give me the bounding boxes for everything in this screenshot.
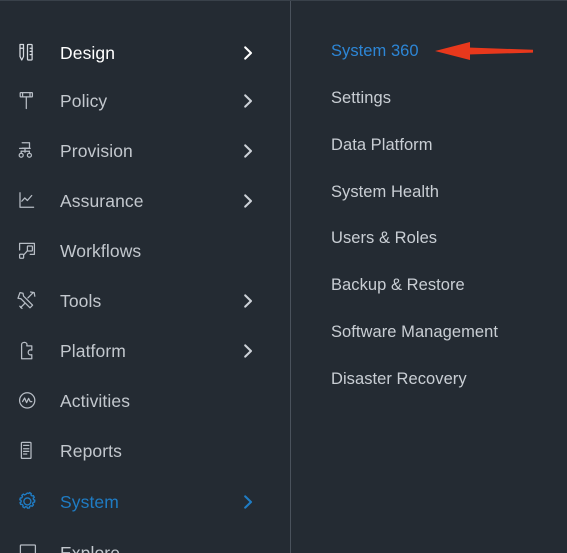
sidebar-item-label: Policy [60,90,108,111]
submenu-item-label: Users & Roles [331,228,438,247]
submenu-item-system-health[interactable]: System Health [292,177,567,207]
workflow-icon [15,238,41,264]
sidebar-item-label: Activities [60,390,131,411]
sidebar-item-workflows[interactable]: Workflows [0,226,290,276]
submenu-item-data-platform[interactable]: Data Platform [292,130,567,160]
submenu-item-label: Backup & Restore [331,275,465,294]
sidebar-item-system[interactable]: System [0,477,290,527]
submenu-item-system-360[interactable]: System 360 [292,36,567,66]
gavel-icon [15,88,41,114]
chevron-right-icon[interactable] [243,494,254,510]
submenu-item-label: Data Platform [331,135,433,154]
sidebar-item-reports[interactable]: Reports [0,426,290,476]
chevron-right-icon[interactable] [243,45,254,61]
sidebar-item-label: System [60,491,119,512]
sidebar-item-label: Tools [60,290,102,311]
sidebar-item-explore[interactable]: Explore [0,528,290,553]
sidebar-item-tools[interactable]: Tools [0,276,290,326]
chevron-right-icon[interactable] [243,143,254,159]
sidebar-item-policy[interactable]: Policy [0,76,290,126]
submenu-item-settings[interactable]: Settings [292,83,567,113]
submenu-item-software-management[interactable]: Software Management [292,317,567,347]
line-chart-icon [15,188,41,214]
explore-square-icon [15,540,41,553]
hierarchy-icon [15,138,41,164]
sidebar-item-label: Platform [60,340,126,361]
submenu-item-users-and-roles[interactable]: Users & Roles [292,223,567,253]
activity-pulse-circle-icon [15,388,41,414]
submenu-item-disaster-recovery[interactable]: Disaster Recovery [292,364,567,394]
submenu-item-label: Settings [331,88,392,107]
chevron-right-icon[interactable] [243,343,254,359]
tools-wrench-screwdriver-icon [15,288,41,314]
sidebar-item-label: Design [60,42,116,63]
sidebar-item-platform[interactable]: Platform [0,326,290,376]
submenu-item-backup-and-restore[interactable]: Backup & Restore [292,270,567,300]
submenu-item-label: System Health [331,182,439,201]
sidebar-item-assurance[interactable]: Assurance [0,176,290,226]
application-window: Design Policy Provision Assurance Workfl… [0,0,567,553]
sidebar-item-provision[interactable]: Provision [0,126,290,176]
sidebar-item-label: Assurance [60,190,144,211]
submenu-item-label: Software Management [331,322,498,341]
submenu-item-label: System 360 [331,41,419,60]
primary-navigation-sidebar: Design Policy Provision Assurance Workfl… [0,1,291,553]
design-pen-ruler-icon [15,40,41,66]
system-submenu-panel: System 360 Settings Data Platform System… [292,1,567,553]
sidebar-item-label: Reports [60,440,122,461]
chevron-right-icon[interactable] [243,193,254,209]
chevron-right-icon[interactable] [243,293,254,309]
gear-icon [15,489,41,515]
report-document-icon [15,438,41,464]
sidebar-item-design[interactable]: Design [0,28,290,78]
puzzle-piece-icon [15,338,41,364]
sidebar-item-label: Workflows [60,240,142,261]
sidebar-item-activities[interactable]: Activities [0,376,290,426]
sidebar-item-label: Explore [60,542,121,553]
chevron-right-icon[interactable] [243,93,254,109]
submenu-item-label: Disaster Recovery [331,369,467,388]
sidebar-item-label: Provision [60,140,133,161]
